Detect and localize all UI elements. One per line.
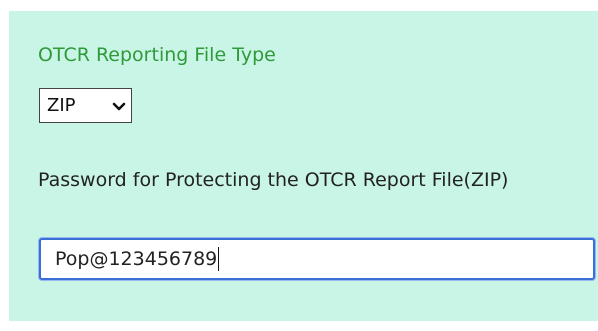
password-value: Pop@123456789: [55, 248, 218, 270]
password-field[interactable]: Pop@123456789: [39, 238, 595, 280]
file-type-select[interactable]: ZIP: [39, 88, 132, 123]
text-cursor: [218, 247, 220, 271]
file-type-label: OTCR Reporting File Type: [38, 44, 276, 66]
settings-panel: OTCR Reporting File Type ZIP Password fo…: [9, 11, 598, 321]
file-type-selected-value: ZIP: [47, 95, 76, 116]
chevron-down-icon: [112, 102, 126, 111]
password-label: Password for Protecting the OTCR Report …: [38, 169, 509, 191]
